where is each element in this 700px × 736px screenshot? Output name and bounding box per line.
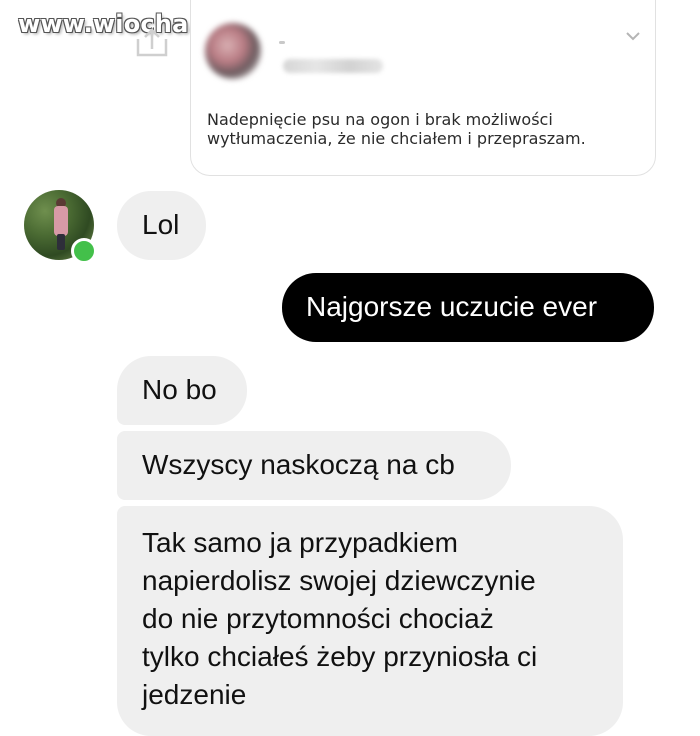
shared-post-card[interactable]: Nadepnięcie psu na ogon i brak możliwośc…: [190, 0, 656, 176]
message-text: No bo: [142, 374, 217, 405]
post-caption-line: wytłumaczenia, że nie chciałem i przepra…: [207, 129, 586, 148]
message-text-line: jedzenie: [142, 679, 247, 710]
post-caption-line: Nadepnięcie psu na ogon i brak możliwośc…: [207, 110, 553, 129]
avatar-photo-body: [54, 206, 68, 236]
share-icon[interactable]: [132, 27, 172, 59]
message-text: Najgorsze uczucie ever: [306, 291, 598, 322]
message-text: Lol: [142, 209, 180, 240]
message-text-line: Tak samo ja przypadkiem: [142, 527, 458, 558]
message-text-line: napierdolisz swojej dziewczynie: [142, 565, 536, 596]
message-bubble-incoming[interactable]: No bo: [117, 356, 247, 425]
chevron-down-icon[interactable]: [625, 31, 641, 41]
avatar-photo-legs: [57, 234, 65, 250]
message-text-line: do nie przytomności chociaż: [142, 603, 494, 634]
message-text: Wszyscy naskoczą na cb: [142, 449, 455, 480]
post-caption: Nadepnięcie psu na ogon i brak możliwośc…: [207, 110, 647, 148]
post-author-avatar: [205, 23, 261, 79]
message-bubble-incoming[interactable]: Lol: [117, 191, 206, 260]
post-author-handle-redacted: [283, 59, 383, 73]
message-bubble-incoming[interactable]: Wszyscy naskoczą na cb: [117, 431, 511, 500]
message-text-line: tylko chciałeś żeby przyniosła ci: [142, 641, 538, 672]
post-author-name-redacted: [279, 41, 285, 44]
message-bubble-incoming[interactable]: Tak samo ja przypadkiem napierdolisz swo…: [117, 506, 623, 736]
online-status-dot: [71, 238, 97, 264]
message-bubble-outgoing[interactable]: Najgorsze uczucie ever: [282, 273, 654, 342]
